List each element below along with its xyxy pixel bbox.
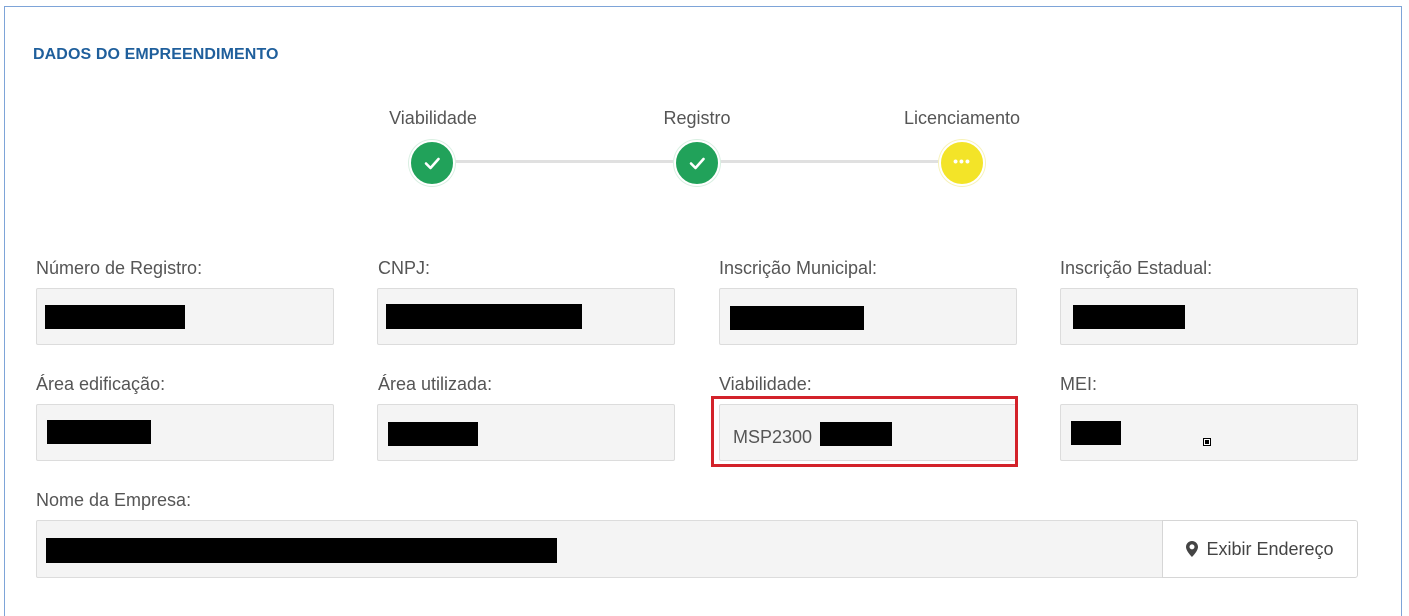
label-numero-registro: Número de Registro: <box>36 258 203 278</box>
step-label-registro: Registro <box>663 108 731 128</box>
label-inscricao-municipal: Inscrição Municipal: <box>719 258 878 278</box>
check-icon <box>424 157 440 170</box>
inscricao-estadual-field <box>1060 288 1358 345</box>
cnpj-field <box>377 288 675 345</box>
area-utilizada-field <box>377 404 675 461</box>
nome-empresa-field <box>36 520 1163 578</box>
step-viabilidade-done <box>409 140 455 186</box>
exibir-endereco-label: Exibir Endereço <box>1206 538 1334 559</box>
label-cnpj: CNPJ: <box>378 258 431 278</box>
redacted-value <box>46 538 557 563</box>
map-marker-icon <box>1186 541 1199 557</box>
label-area-edificacao: Área edificação: <box>36 374 166 394</box>
area-edificacao-field <box>36 404 334 461</box>
redacted-value <box>730 306 864 330</box>
label-mei: MEI: <box>1060 374 1098 394</box>
step-registro-done <box>674 140 720 186</box>
step-connector-2 <box>697 160 961 163</box>
label-nome-empresa: Nome da Empresa: <box>36 490 192 510</box>
check-icon <box>689 157 705 170</box>
label-area-utilizada: Área utilizada: <box>378 374 493 394</box>
step-licenciamento-pending: ••• <box>939 140 985 186</box>
mei-field <box>1060 404 1358 461</box>
redacted-value <box>386 304 582 329</box>
inscricao-municipal-field <box>719 288 1017 345</box>
redacted-value <box>1071 421 1121 445</box>
step-label-viabilidade: Viabilidade <box>389 108 477 128</box>
label-viabilidade: Viabilidade: <box>719 374 812 394</box>
more-dots-icon: ••• <box>953 153 971 169</box>
redacted-value <box>45 305 185 329</box>
numero-registro-field <box>36 288 334 345</box>
exibir-endereco-button[interactable]: Exibir Endereço <box>1162 520 1358 578</box>
label-inscricao-estadual: Inscrição Estadual: <box>1060 258 1213 278</box>
step-label-licenciamento: Licenciamento <box>903 108 1021 128</box>
viabilidade-highlight-box <box>711 396 1018 467</box>
section-title: DADOS DO EMPREENDIMENTO <box>33 46 279 63</box>
redacted-value <box>1073 305 1185 329</box>
redacted-value <box>388 422 478 446</box>
redacted-value <box>47 420 151 444</box>
step-connector-1 <box>432 160 697 163</box>
mei-indicator <box>1203 438 1211 446</box>
